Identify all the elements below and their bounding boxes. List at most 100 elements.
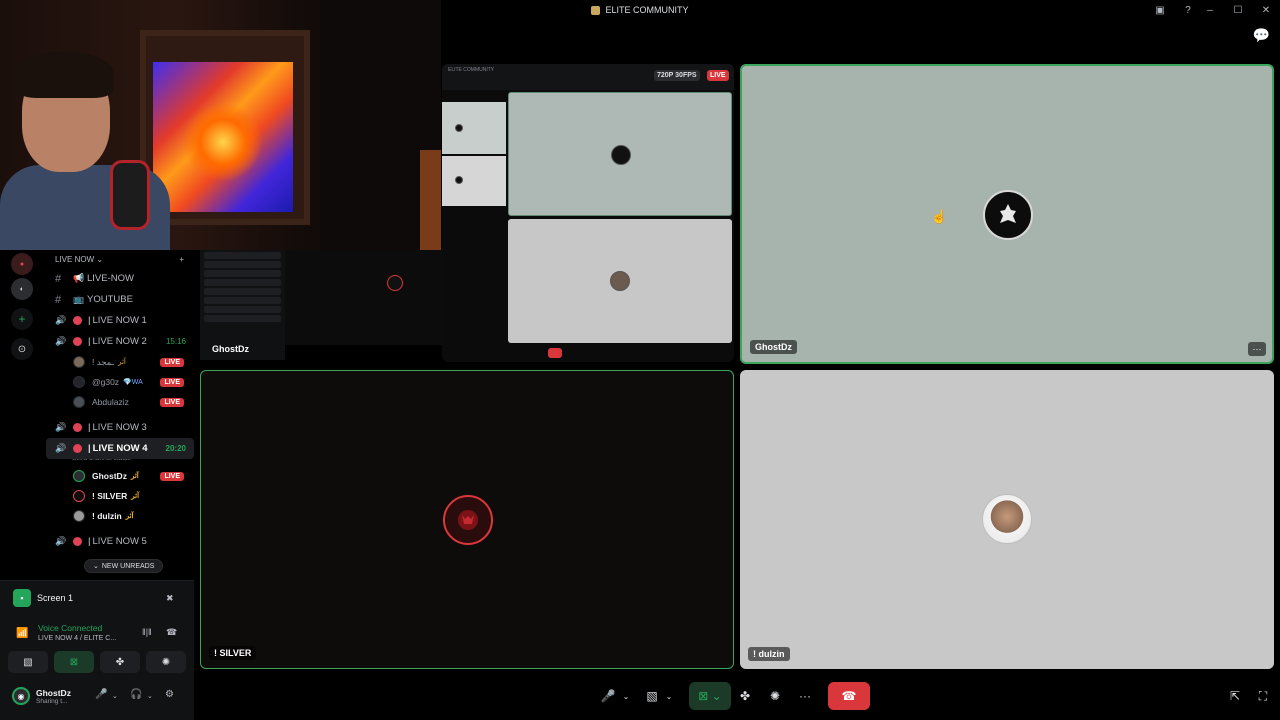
demon-logo-icon xyxy=(458,510,478,530)
chat-bubble-icon[interactable]: 💬 xyxy=(1253,27,1270,44)
category-name: LIVE NOW xyxy=(55,254,95,264)
fireplace-tv xyxy=(153,62,293,212)
channel-timer: 20:20 xyxy=(165,444,186,453)
quality-badge: 720P 30FPS xyxy=(654,70,700,81)
fullscreen-button[interactable]: ⛶ xyxy=(1254,682,1272,710)
channel-label: LIVE NOW 3 xyxy=(92,422,147,433)
new-unreads-label: NEW UNREADS xyxy=(101,562,155,570)
red-dot-icon xyxy=(73,444,82,453)
add-server-icon[interactable]: + xyxy=(11,308,33,330)
screen-share-card[interactable]: ▪ Screen 1 xyxy=(13,589,73,607)
disconnect-icon[interactable]: ☎ xyxy=(166,627,177,638)
popout-button[interactable]: ⇱ xyxy=(1226,682,1244,710)
voice-member[interactable]: Abdulaziz LIVE xyxy=(46,392,194,412)
signal-icon: 📶 xyxy=(16,628,29,639)
server-icon-elite[interactable]: ● xyxy=(11,253,33,275)
soundboard-button[interactable]: ✺ xyxy=(146,651,186,673)
ghostdz-avatar xyxy=(983,190,1033,240)
channel-label: LIVE NOW 2 xyxy=(92,336,147,347)
red-dot-icon xyxy=(73,316,82,325)
new-unreads-button[interactable]: ⌄ NEW UNREADS xyxy=(84,559,164,573)
participant-tile-dulzin[interactable]: ! dulzin xyxy=(740,370,1274,669)
voice-channel-live-now-3[interactable]: 🔊 | LIVE NOW 3 xyxy=(46,417,194,438)
inbox-icon[interactable]: ▣ xyxy=(1153,3,1167,17)
speaker-icon: 🔊 xyxy=(55,422,67,432)
live-badge: LIVE xyxy=(160,357,184,367)
avatar xyxy=(73,510,85,522)
stream-user-name: GhostDz xyxy=(212,344,249,354)
voice-channel-text[interactable]: LIVE NOW 4 / ELITE C... xyxy=(14,635,184,642)
stop-share-icon[interactable]: ✖ xyxy=(166,593,178,603)
help-icon[interactable]: ? xyxy=(1181,3,1195,17)
participant-tile-silver[interactable]: ! SILVER xyxy=(200,370,734,669)
chevron-down-icon: ⌄ xyxy=(96,254,104,264)
mic-options-button[interactable]: ⌄ xyxy=(620,682,632,710)
member-tag: آثر xyxy=(118,359,126,366)
explore-icon[interactable]: ⊙ xyxy=(11,338,33,360)
member-name: GhostDz xyxy=(92,471,127,481)
more-options-icon[interactable]: ··· xyxy=(1248,342,1266,356)
channel-live-now-text[interactable]: # 📢 LIVE-NOW xyxy=(46,268,194,289)
soundboard-wave-icon[interactable]: ‖|‖ xyxy=(142,627,152,637)
microphone-icon: 🎤 xyxy=(600,689,616,703)
hand-logo-icon xyxy=(1000,204,1016,223)
activities-icon: ✤ xyxy=(115,656,125,668)
hang-up-icon: ☎ xyxy=(841,689,857,703)
soundboard-button[interactable]: ✺ xyxy=(765,682,785,710)
close-button[interactable]: ✕ xyxy=(1252,0,1280,20)
chevron-down-icon: ⌄ xyxy=(93,563,99,570)
share-screen-button[interactable]: ⊠ ⌄ xyxy=(689,682,731,710)
speaker-icon: 🔊 xyxy=(55,536,67,546)
popout-icon: ⇱ xyxy=(1229,689,1241,703)
more-button[interactable]: ··· xyxy=(794,682,816,710)
screen-share-tile[interactable]: ELITE COMMUNITY 720P 30FPS LIVE xyxy=(442,64,734,362)
voice-member[interactable]: ! ـمجد آثر LIVE xyxy=(46,352,194,372)
dulzin-mini-avatar xyxy=(610,271,630,291)
member-tag: آثر xyxy=(130,473,139,480)
soundboard-icon: ✺ xyxy=(769,689,781,703)
voice-channel-live-now-2[interactable]: 🔊 | LIVE NOW 2 15:16 xyxy=(46,331,194,352)
member-name: @g30z xyxy=(92,377,120,387)
activities-button[interactable]: ✤ xyxy=(100,651,140,673)
channel-sidebar: LIVE NOW ⌄ + # 📢 LIVE-NOW # 📺 YOUTUBE 🔊 |… xyxy=(46,250,194,580)
add-channel-button[interactable]: + xyxy=(179,255,184,264)
voice-member[interactable]: GhostDz آثر LIVE xyxy=(46,466,194,486)
maximize-button[interactable]: ☐ xyxy=(1224,0,1252,20)
voice-member[interactable]: ! SILVER آثر xyxy=(46,486,194,506)
voice-channel-live-now-4[interactable]: 🔊 | LIVE NOW 4 20:20 xyxy=(46,438,194,459)
minimize-button[interactable]: – xyxy=(1196,0,1224,20)
server-icon-2[interactable]: ◐ xyxy=(11,278,33,300)
voice-status-text[interactable]: Voice Connected xyxy=(14,623,184,633)
voice-active-icon: 🔊 xyxy=(55,443,67,453)
tv-icon: 📺 xyxy=(73,294,85,304)
camera-button[interactable]: ▧ xyxy=(642,682,662,710)
participant-name: GhostDz xyxy=(750,340,797,354)
silver-avatar xyxy=(443,495,493,545)
channel-youtube[interactable]: # 📺 YOUTUBE xyxy=(46,289,194,310)
participant-tile-ghostdz[interactable]: GhostDz ··· xyxy=(740,64,1274,364)
mini-avatar xyxy=(455,124,463,132)
soundboard-icon: ✺ xyxy=(161,656,171,668)
category-header[interactable]: LIVE NOW ⌄ + xyxy=(46,250,194,268)
mic-button[interactable]: 🎤 xyxy=(598,682,618,710)
activities-button[interactable]: ✤ xyxy=(735,682,755,710)
screen-icon: ▪ xyxy=(13,589,31,607)
stream-sidebar-preview: GhostDz xyxy=(200,250,285,360)
camera-options-button[interactable]: ⌄ xyxy=(663,682,675,710)
share-screen-icon: ⊠ ⌄ xyxy=(698,689,722,703)
disconnect-button[interactable]: ☎ xyxy=(828,682,870,710)
channel-label: LIVE NOW 5 xyxy=(92,536,147,547)
camera-off-button[interactable]: ▧ xyxy=(8,651,48,673)
voice-channel-live-now-5[interactable]: 🔊 | LIVE NOW 5 xyxy=(46,531,194,552)
hash-icon: # xyxy=(55,293,62,306)
nested-tile xyxy=(442,156,506,206)
window-title: ELITE COMMUNITY xyxy=(591,5,689,15)
nested-tile xyxy=(442,102,506,154)
voice-channel-live-now-1[interactable]: 🔊 | LIVE NOW 1 xyxy=(46,310,194,331)
voice-action-buttons: ▧ ⊠ ✤ ✺ xyxy=(8,651,186,673)
voice-member[interactable]: @g30z 💎WA LIVE xyxy=(46,372,194,392)
camera-off-icon: ▧ xyxy=(23,656,33,668)
activities-icon: ✤ xyxy=(739,689,751,703)
voice-member[interactable]: ! dulzin آثر xyxy=(46,506,194,526)
share-screen-button[interactable]: ⊠ xyxy=(54,651,94,673)
